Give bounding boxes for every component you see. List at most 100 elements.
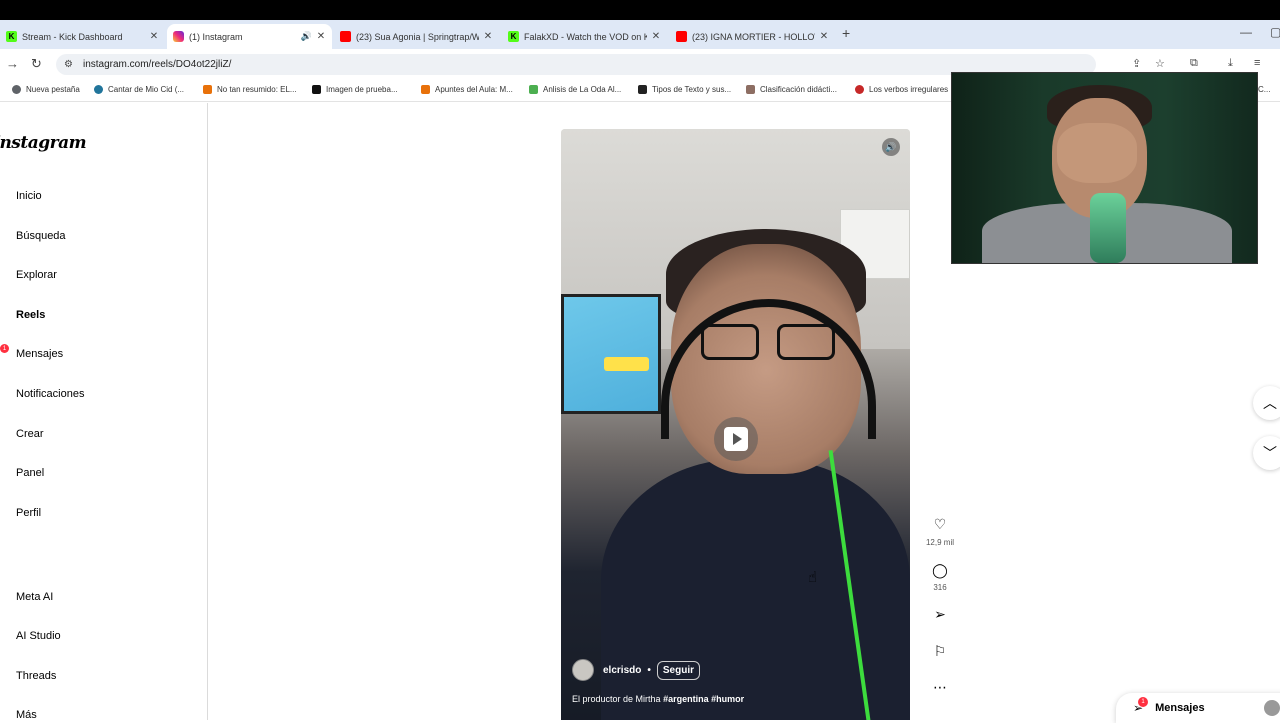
download-icon[interactable]: ⤓ — [1228, 57, 1233, 70]
media-control-icon[interactable]: ≡ — [1254, 57, 1260, 69]
like-heart-icon[interactable]: ♡ — [930, 516, 950, 533]
bookmark-item[interactable]: Apuntes del Aula: M... — [421, 85, 513, 94]
close-icon[interactable]: ✕ — [316, 31, 326, 42]
sidebar-item-busqueda[interactable]: Búsqueda — [16, 230, 66, 242]
sidebar-item-notificaciones[interactable]: Notificaciones — [16, 388, 84, 400]
image-site-icon — [529, 85, 538, 94]
speaker-icon[interactable]: 🔊 — [301, 31, 312, 42]
previous-reel-chevron-up-icon[interactable]: ︿ — [1253, 386, 1280, 420]
sidebar-item-inicio[interactable]: Inicio — [16, 190, 42, 202]
hashtag-links[interactable]: #argentina #humor — [663, 694, 744, 704]
close-icon[interactable]: ✕ — [483, 31, 493, 42]
close-icon[interactable]: ✕ — [149, 31, 159, 42]
new-tab-plus-icon[interactable]: + — [842, 25, 850, 41]
tab-youtube-igna-mortier[interactable]: (23) IGNA MORTIER - HOLLOW ✕ — [670, 24, 835, 49]
sidebar-item-label: Threads — [16, 670, 57, 682]
sidebar-item-label: AI Studio — [16, 630, 61, 642]
video-frame-detail — [701, 324, 759, 360]
sidebar-item-panel[interactable]: Panel — [16, 467, 44, 479]
bookmark-item[interactable]: Los verbos irregulares — [855, 85, 948, 94]
play-icon — [724, 427, 748, 451]
browser-tab-strip: K Stream - Kick Dashboard ✕ (1) Instagra… — [0, 20, 1280, 49]
sidebar-item-label: Más — [16, 709, 37, 721]
tab-title: (23) Sua Agonia | Springtrap/W — [356, 31, 479, 42]
reel-caption: El productor de Mirtha #argentina #humor — [572, 694, 744, 704]
play-button[interactable] — [714, 417, 758, 461]
bookmark-label: Imagen de prueba... — [326, 85, 398, 94]
bookmark-label: Nueva pestaña — [26, 85, 80, 94]
video-frame-detail — [561, 294, 661, 414]
follow-button[interactable]: Seguir — [656, 660, 700, 680]
comment-count: 316 — [933, 583, 947, 592]
youtube-icon — [676, 31, 687, 42]
tab-kick-dashboard[interactable]: K Stream - Kick Dashboard ✕ — [0, 24, 165, 49]
url-omnibox[interactable]: ⚙ instagram.com/reels/DO4ot22jliZ/ — [56, 54, 1096, 75]
tab-title: (23) IGNA MORTIER - HOLLOW — [692, 31, 815, 42]
sidebar-item-ai-studio[interactable]: AI Studio — [16, 630, 61, 642]
sidebar-item-meta-ai[interactable]: Meta AI — [16, 591, 53, 603]
sidebar-item-explorar[interactable]: Explorar — [16, 269, 57, 281]
webcam-overlay — [951, 72, 1258, 264]
forward-arrow-icon[interactable]: → — [6, 56, 19, 71]
sidebar-item-perfil[interactable]: Perfil — [16, 507, 41, 519]
reel-owner: elcrisdo • Seguir — [572, 659, 700, 681]
more-options-icon[interactable]: ⋯ — [930, 679, 950, 696]
sidebar-item-threads[interactable]: Threads — [16, 670, 56, 682]
close-icon[interactable]: ✕ — [819, 31, 829, 42]
messages-pill[interactable]: ➢ 1 Mensajes — [1116, 693, 1280, 723]
bookmark-star-icon[interactable]: ☆ — [1155, 57, 1165, 70]
notification-badge: 1 — [0, 344, 9, 353]
bookmark-item[interactable]: Imagen de prueba... — [312, 85, 398, 94]
video-frame-detail — [777, 324, 835, 360]
username-link[interactable]: elcrisdo — [603, 665, 641, 676]
m-site-icon — [312, 85, 321, 94]
sidebar-item-label: Búsqueda — [16, 230, 66, 242]
avatar[interactable] — [572, 659, 594, 681]
close-icon[interactable]: ✕ — [651, 31, 661, 42]
bookmark-label: Apuntes del Aula: M... — [435, 85, 513, 94]
sidebar-item-mas[interactable]: Más — [16, 709, 37, 721]
save-bookmark-icon[interactable]: ⚐ — [930, 643, 950, 660]
bookmark-item[interactable]: No tan resumido: EL... — [203, 85, 297, 94]
verbs-site-icon — [855, 85, 864, 94]
tab-title: (1) Instagram — [189, 31, 243, 42]
sidebar-item-mensajes[interactable]: Mensajes — [16, 348, 63, 360]
extensions-icon[interactable]: ⧉ — [1190, 57, 1198, 70]
video-frame-detail — [701, 324, 841, 364]
reel-video[interactable]: 🔊 elcrisdo • Seguir El productor de Mirt… — [561, 129, 910, 720]
sidebar-item-label: Inicio — [16, 190, 42, 202]
tab-instagram[interactable]: (1) Instagram 🔊 ✕ — [167, 24, 332, 49]
bookmark-label: Anlisis de La Oda Al... — [543, 85, 622, 94]
globe-icon — [12, 85, 21, 94]
bookmark-item[interactable]: Anlisis de La Oda Al... — [529, 85, 621, 94]
share-send-icon[interactable]: ➢ — [930, 606, 950, 623]
caption-text: El productor de Mirtha — [572, 694, 661, 704]
tab-title: Stream - Kick Dashboard — [22, 31, 123, 42]
site-settings-icon[interactable]: ⚙ — [64, 59, 73, 70]
sidebar-item-label: Perfil — [16, 507, 42, 519]
install-app-icon[interactable]: ⇪ — [1132, 57, 1141, 70]
bookmark-item[interactable]: Nueva pestaña — [12, 85, 80, 94]
blogger-icon — [421, 85, 430, 94]
bookmark-item[interactable]: C... — [1258, 85, 1270, 94]
maximize-icon[interactable]: ▢ — [1270, 25, 1280, 39]
tab-youtube-sua-agonia[interactable]: (23) Sua Agonia | Springtrap/W ✕ — [334, 24, 499, 49]
bookmark-item[interactable]: Cantar de Mio Cid (... — [94, 85, 184, 94]
sidebar-item-crear[interactable]: Crear — [16, 428, 44, 440]
like-count: 12,9 mil — [925, 538, 954, 547]
next-reel-chevron-down-icon[interactable]: ﹀ — [1253, 436, 1280, 470]
bookmark-item[interactable]: Clasificación didácti... — [746, 85, 837, 94]
sidebar-item-reels[interactable]: Reels — [16, 309, 45, 321]
sidebar-item-label: Explorar — [16, 269, 57, 281]
tab-title: FalakXD - Watch the VOD on K — [524, 31, 647, 42]
minimize-icon[interactable]: — — [1240, 25, 1252, 39]
reload-icon[interactable]: ↻ — [31, 56, 42, 72]
bookmark-label: Cantar de Mio Cid (... — [108, 85, 185, 94]
comment-icon[interactable]: ◯ — [930, 562, 950, 579]
sidebar-item-label: Mensajes — [16, 348, 64, 360]
tab-kick-falakxd[interactable]: K FalakXD - Watch the VOD on K ✕ — [502, 24, 667, 49]
audio-toggle-icon[interactable]: 🔊 — [882, 138, 900, 156]
sidebar-item-label: Crear — [16, 428, 44, 440]
bookmark-item[interactable]: Tipos de Texto y sus... — [638, 85, 731, 94]
instagram-logo[interactable]: Instagram — [0, 133, 87, 153]
